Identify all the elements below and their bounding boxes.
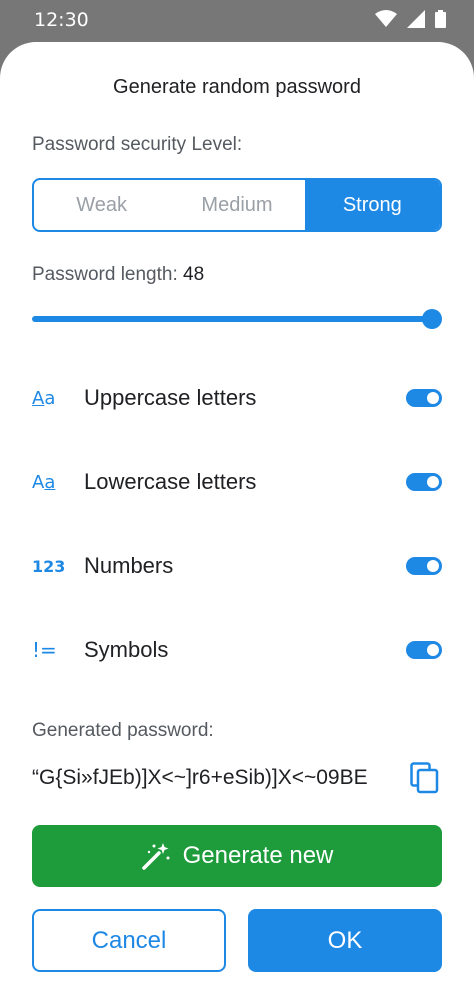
- symbols-toggle[interactable]: [406, 641, 442, 659]
- symbols-icon: !=: [32, 638, 57, 662]
- wifi-icon: [375, 10, 397, 27]
- slider-track: [32, 316, 432, 322]
- length-slider[interactable]: [32, 307, 442, 331]
- uppercase-toggle[interactable]: [406, 389, 442, 407]
- ok-button[interactable]: OK: [248, 909, 442, 972]
- option-symbols: != Symbols: [32, 630, 442, 670]
- cancel-button[interactable]: Cancel: [32, 909, 226, 972]
- option-label-uppercase: Uppercase letters: [84, 385, 257, 410]
- signal-icon: [407, 10, 425, 28]
- option-label-symbols: Symbols: [84, 637, 169, 662]
- uppercase-icon: Aa: [32, 387, 56, 409]
- lowercase-icon: Aa: [32, 471, 56, 493]
- numbers-toggle[interactable]: [406, 557, 442, 575]
- status-time: 12:30: [34, 9, 89, 31]
- option-uppercase: Aa Uppercase letters: [32, 378, 442, 418]
- battery-icon: [435, 10, 446, 28]
- length-label: Password length:: [32, 264, 178, 285]
- generated-password-label: Generated password:: [32, 720, 214, 741]
- generated-password-row: “G{Si»fJEb)]X<~]r6+eSib)]X<~09BE: [32, 760, 442, 796]
- option-numbers: 123 Numbers: [32, 546, 442, 586]
- generate-new-button[interactable]: Generate new: [32, 825, 442, 887]
- dialog-title: Generate random password: [113, 76, 361, 98]
- option-label-numbers: Numbers: [84, 553, 174, 578]
- status-bar: 12:30: [0, 0, 474, 42]
- level-weak-button[interactable]: Weak: [34, 180, 169, 230]
- lowercase-toggle[interactable]: [406, 473, 442, 491]
- security-level-selector: Weak Medium Strong: [32, 178, 442, 232]
- password-dialog: Generate random password Password securi…: [0, 42, 474, 1000]
- level-medium-button[interactable]: Medium: [169, 180, 304, 230]
- level-strong-button[interactable]: Strong: [304, 180, 440, 230]
- generate-new-label: Generate new: [182, 842, 334, 869]
- status-icons: [375, 10, 446, 28]
- option-label-lowercase: Lowercase letters: [84, 469, 257, 494]
- security-level-label: Password security Level:: [32, 134, 243, 155]
- length-label-row: Password length: 48: [32, 264, 204, 286]
- magic-wand-icon: [141, 843, 170, 870]
- numbers-icon: 123: [32, 556, 66, 576]
- generated-password-text[interactable]: “G{Si»fJEb)]X<~]r6+eSib)]X<~09BE: [32, 766, 398, 790]
- option-lowercase: Aa Lowercase letters: [32, 462, 442, 502]
- length-value: 48: [183, 264, 205, 285]
- copy-icon[interactable]: [410, 762, 440, 794]
- slider-thumb[interactable]: [422, 309, 442, 329]
